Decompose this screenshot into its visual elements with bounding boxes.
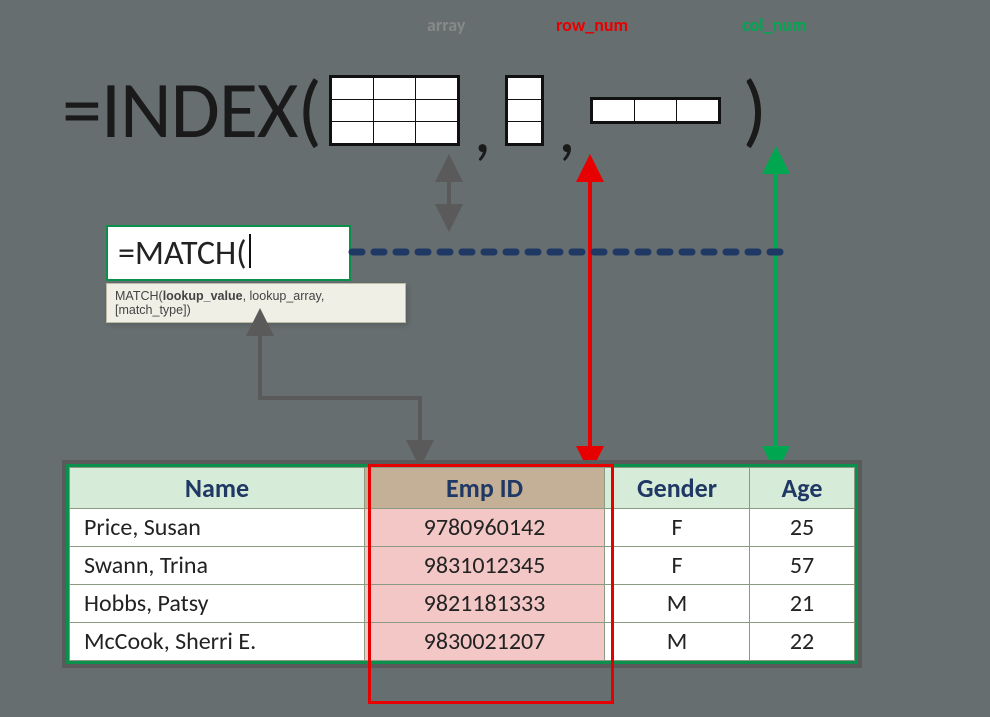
match-tooltip: MATCH(lookup_value, lookup_array, [match… — [106, 283, 406, 323]
formula-prefix: =INDEX( — [62, 62, 321, 159]
row-grid-icon — [505, 75, 544, 146]
match-cell-text: =MATCH( — [118, 233, 247, 274]
cell-age: 57 — [750, 547, 855, 585]
col-header-name: Name — [70, 468, 365, 509]
col-header-age: Age — [750, 468, 855, 509]
cell-name: Swann, Trina — [70, 547, 365, 585]
tooltip-fn: MATCH( — [115, 289, 163, 303]
index-formula: =INDEX( , , ) — [62, 60, 950, 160]
table-row: Swann, Trina 9831012345 F 57 — [70, 547, 855, 585]
cell-age: 22 — [750, 623, 855, 661]
data-table: Name Emp ID Gender Age Price, Susan 9780… — [69, 467, 855, 661]
table-row: Hobbs, Patsy 9821181333 M 21 — [70, 585, 855, 623]
data-table-wrap: Name Emp ID Gender Age Price, Susan 9780… — [62, 460, 862, 668]
tooltip-bold-arg: lookup_value — [163, 289, 243, 303]
cell-age: 25 — [750, 509, 855, 547]
match-cell-input[interactable]: =MATCH( — [106, 225, 351, 281]
label-array: array — [427, 14, 465, 36]
cell-age: 21 — [750, 585, 855, 623]
cell-gender: F — [605, 509, 750, 547]
col-header-empid: Emp ID — [365, 468, 605, 509]
text-cursor-icon — [249, 234, 251, 268]
col-header-gender: Gender — [605, 468, 750, 509]
comma-1: , — [474, 85, 491, 171]
cell-empid: 9780960142 — [365, 509, 605, 547]
cell-gender: M — [605, 585, 750, 623]
comma-2: , — [558, 85, 575, 171]
cell-empid: 9821181333 — [365, 585, 605, 623]
table-row: Price, Susan 9780960142 F 25 — [70, 509, 855, 547]
table-row: McCook, Sherri E. 9830021207 M 22 — [70, 623, 855, 661]
cell-name: Hobbs, Patsy — [70, 585, 365, 623]
cell-gender: M — [605, 623, 750, 661]
label-col-num: col_num — [742, 14, 806, 36]
array-grid-icon — [329, 75, 460, 146]
cell-name: Price, Susan — [70, 509, 365, 547]
col-grid-icon — [590, 97, 721, 124]
match-block: =MATCH( MATCH(lookup_value, lookup_array… — [106, 225, 456, 323]
table-header-row: Name Emp ID Gender Age — [70, 468, 855, 509]
cell-gender: F — [605, 547, 750, 585]
label-row-num: row_num — [556, 14, 628, 36]
cell-name: McCook, Sherri E. — [70, 623, 365, 661]
cell-empid: 9830021207 — [365, 623, 605, 661]
cell-empid: 9831012345 — [365, 547, 605, 585]
formula-close: ) — [743, 62, 766, 159]
